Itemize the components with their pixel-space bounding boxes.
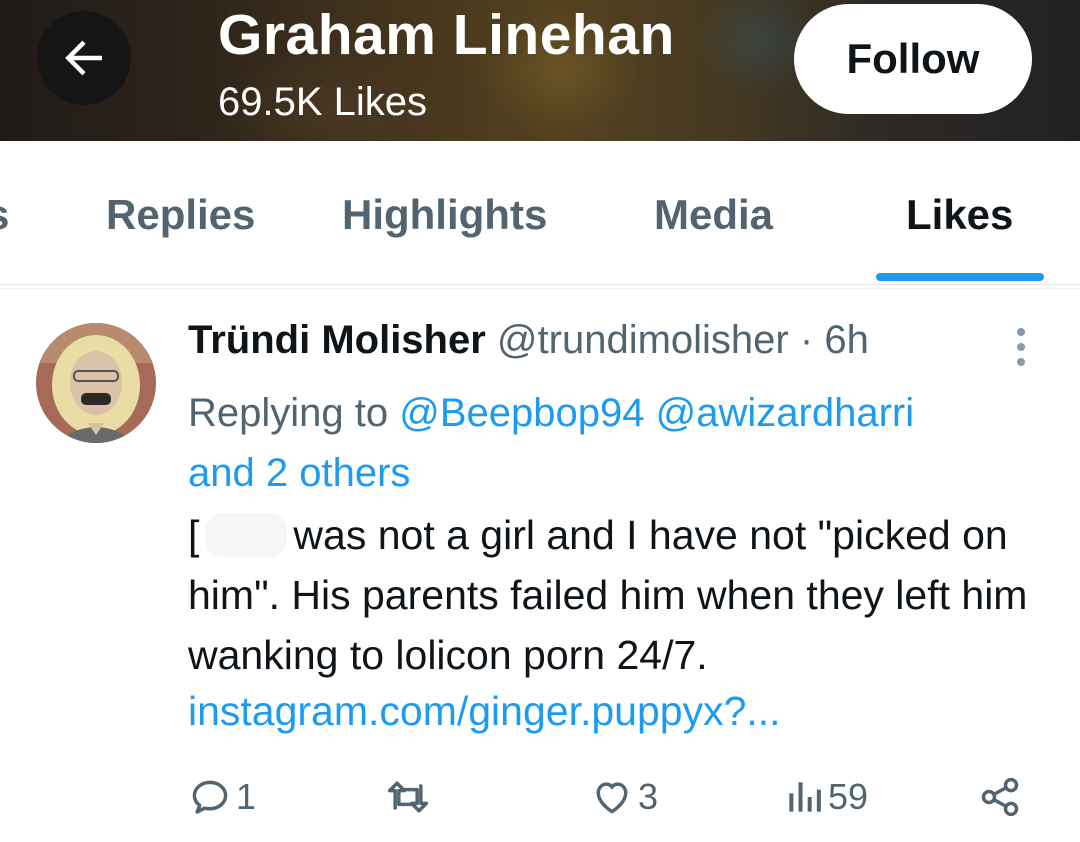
heart-icon [596,782,628,814]
post-text-body: was not a girl and I have not "picked on… [188,512,1028,678]
reply-count: 1 [236,776,257,817]
author-name[interactable]: Tründi Molisher [188,318,486,362]
separator-dot: · [799,318,814,362]
active-tab-indicator [876,273,1044,281]
tab-highlights[interactable]: Highlights [342,191,547,239]
post-time[interactable]: 6h [824,318,869,362]
more-options-button[interactable] [1006,324,1036,370]
views-button[interactable]: 59 [784,772,868,822]
tab-media[interactable]: Media [654,191,773,239]
likes-count: 69.5K Likes [218,80,428,124]
divider [0,288,1080,289]
like-count: 3 [638,776,659,817]
reply-button[interactable]: 1 [188,772,256,822]
share-icon [981,777,1019,817]
author-handle[interactable]: @trundimolisher [497,318,789,362]
mention-others[interactable]: and 2 others [188,451,410,495]
like-button[interactable]: 3 [590,772,658,822]
tab-replies[interactable]: Replies [106,191,255,239]
view-count: 59 [828,776,869,817]
back-button[interactable] [37,11,131,105]
redacted-text [205,513,288,557]
avatar-image [36,323,156,443]
profile-header: Graham Linehan 69.5K Likes Follow [0,0,1080,141]
tab-posts-partial[interactable]: s [0,191,9,239]
repost-icon [387,781,429,813]
profile-name: Graham Linehan [218,3,675,67]
tab-likes[interactable]: Likes [906,191,1013,239]
mention-beepbop94[interactable]: @Beepbop94 [399,391,644,435]
post-author-line: Tründi Molisher @trundimolisher · 6h [188,318,869,363]
post-text: [was not a girl and I have not "picked o… [188,505,1058,685]
repost-button[interactable] [384,772,432,822]
replying-prefix: Replying to [188,391,389,435]
arrow-left-icon [65,40,102,76]
avatar[interactable] [36,323,156,443]
replying-to: Replying to @Beepbop94 @awizardharri and… [188,383,1048,503]
post-link[interactable]: instagram.com/ginger.puppyx?... [188,688,781,735]
views-bar-icon [789,782,821,812]
profile-tabs: s Replies Highlights Media Likes [0,141,1080,285]
share-button[interactable] [978,772,1022,822]
reply-bubble-icon [192,780,228,814]
mention-awizardharri[interactable]: @awizardharri [656,391,914,435]
post-text-start: [ [188,512,200,558]
follow-button[interactable]: Follow [794,4,1032,114]
more-vertical-icon [1017,328,1025,366]
